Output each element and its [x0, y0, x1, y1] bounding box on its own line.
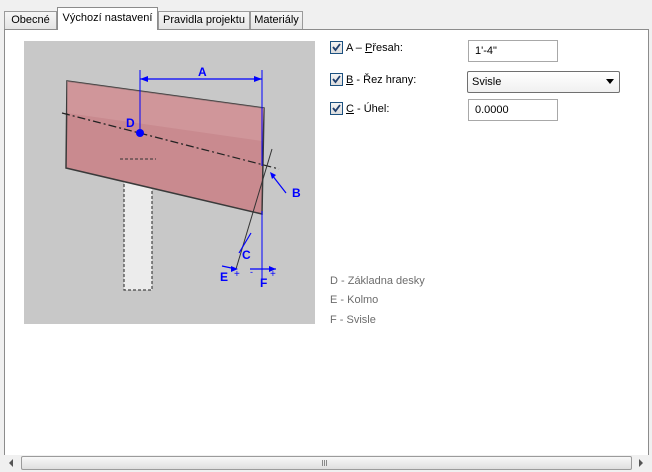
checkmark-icon [332, 75, 341, 84]
scroll-right-button[interactable] [633, 455, 649, 471]
angle-label: - Úhel: [353, 103, 390, 115]
edge-cut-select[interactable]: Svisle [467, 71, 620, 93]
arrow-right-icon [639, 459, 643, 467]
angle-accel: C [346, 103, 354, 115]
checkbox-edge-cut[interactable] [330, 73, 343, 86]
tab-default-settings[interactable]: Výchozí nastavení [57, 7, 158, 30]
tab-general[interactable]: Obecné [4, 11, 57, 29]
minus-sign-f: - [250, 267, 253, 277]
label-e: E [220, 270, 228, 284]
overhang-label: řesah: [372, 42, 403, 54]
label-f: F [260, 276, 267, 290]
label-c: C [242, 248, 251, 262]
scroll-left-button[interactable] [4, 455, 20, 471]
legend-vertical: F - Svisle [330, 314, 376, 326]
scrollbar-thumb[interactable] [21, 456, 632, 470]
tab-strip: Obecné Výchozí nastavení Pravidla projek… [0, 0, 652, 30]
grip-icon [322, 460, 328, 466]
legend-base-plate: D - Základna desky [330, 275, 425, 287]
label-a: A [198, 65, 207, 79]
edge-cut-label: - Řez hrany: [353, 74, 417, 86]
option-edge-cut: B - Řez hrany: [330, 73, 460, 89]
checkbox-overhang[interactable] [330, 41, 343, 54]
label-b: B [292, 186, 301, 200]
label-d: D [126, 116, 135, 130]
roof-overhang-diagram: A D B C + E - + F [24, 41, 315, 324]
checkmark-icon [332, 104, 341, 113]
tab-project-rules[interactable]: Pravidla projektu [158, 11, 250, 29]
plus-sign-f: + [270, 269, 276, 280]
tab-materials[interactable]: Materiály [250, 11, 303, 29]
horizontal-scrollbar[interactable] [4, 455, 649, 472]
checkbox-angle[interactable] [330, 102, 343, 115]
legend-perpendicular: E - Kolmo [330, 294, 379, 306]
angle-input[interactable]: 0.0000 [468, 99, 558, 121]
arrow-left-icon [9, 459, 13, 467]
option-overhang: A – Přesah: [330, 41, 460, 57]
option-angle: C - Úhel: [330, 102, 460, 118]
checkmark-icon [332, 43, 341, 52]
overhang-input[interactable]: 1'-4" [468, 40, 558, 62]
point-d [136, 129, 144, 137]
plus-sign-e: + [234, 269, 240, 280]
chevron-down-icon [606, 79, 614, 84]
edge-cut-selected: Svisle [472, 76, 502, 88]
overhang-prefix: A – [346, 42, 365, 54]
